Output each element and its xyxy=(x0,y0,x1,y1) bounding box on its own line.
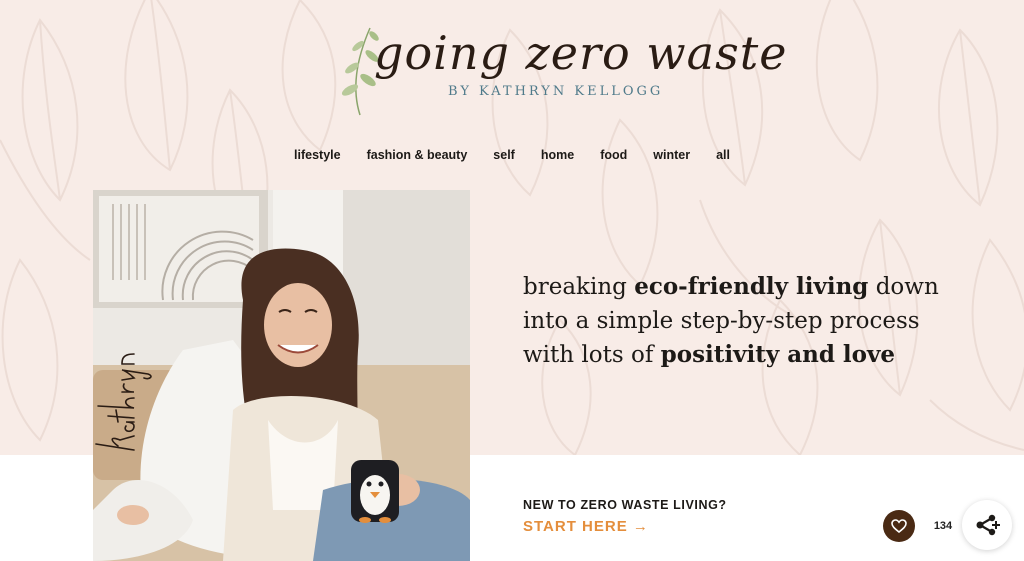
heart-icon xyxy=(891,519,907,533)
nav-item-all[interactable]: all xyxy=(716,148,730,162)
share-button[interactable] xyxy=(962,500,1012,550)
tagline-bold-2: positivity and love xyxy=(660,341,895,368)
tagline-bold-1: eco-friendly living xyxy=(634,273,869,300)
tagline-text-1: breaking xyxy=(523,274,635,300)
main-nav: lifestyle fashion & beauty self home foo… xyxy=(0,148,1024,162)
kathryn-signature xyxy=(95,353,152,451)
nav-item-home[interactable]: home xyxy=(541,148,574,162)
nav-item-food[interactable]: food xyxy=(600,148,627,162)
logo-byline: BY KATHRYN KELLOGG xyxy=(448,84,664,99)
cta-question: NEW TO ZERO WASTE LIVING? xyxy=(523,498,727,512)
nav-item-fashion-beauty[interactable]: fashion & beauty xyxy=(367,148,468,162)
nav-item-winter[interactable]: winter xyxy=(653,148,690,162)
share-icon xyxy=(976,514,1000,536)
nav-item-self[interactable]: self xyxy=(493,148,515,162)
favorite-count: 134 xyxy=(923,512,963,540)
hero-tagline: breaking eco-friendly living down into a… xyxy=(523,270,963,372)
nav-item-lifestyle[interactable]: lifestyle xyxy=(294,148,341,162)
site-logo[interactable]: going zero waste BY KATHRYN KELLOGG xyxy=(322,12,786,132)
favorite-button[interactable] xyxy=(883,510,915,542)
logo-wordmark: going zero waste xyxy=(374,26,788,80)
start-here-link[interactable]: START HERE → xyxy=(523,518,649,535)
